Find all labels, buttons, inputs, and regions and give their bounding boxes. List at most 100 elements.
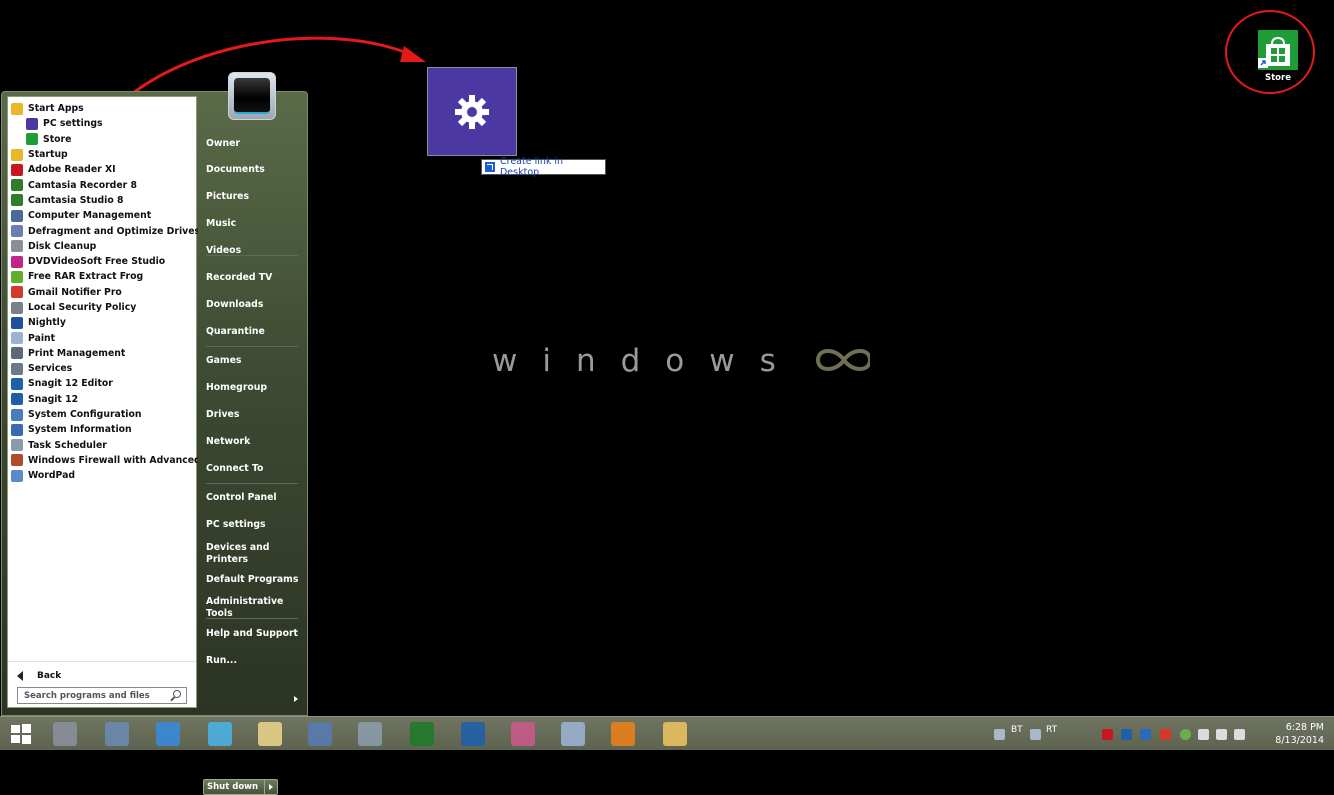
program-item[interactable]: Camtasia Recorder 8 bbox=[8, 177, 198, 192]
camtasia-recorder-icon bbox=[11, 179, 23, 192]
file-explorer-taskbar-button[interactable] bbox=[660, 720, 690, 748]
gmail-notifier-icon[interactable] bbox=[1160, 729, 1171, 740]
places-item[interactable]: Documents bbox=[206, 164, 265, 176]
places-item[interactable]: Homegroup bbox=[206, 382, 267, 394]
program-item[interactable]: Local Security Policy bbox=[8, 300, 198, 315]
drag-tooltip-text: Create link in Desktop bbox=[499, 156, 564, 178]
sync-icon[interactable] bbox=[1180, 729, 1191, 740]
program-item[interactable]: Store bbox=[8, 132, 198, 147]
program-item[interactable]: Gmail Notifier Pro bbox=[8, 285, 198, 300]
program-item[interactable]: Services bbox=[8, 361, 198, 376]
back-button[interactable]: Back bbox=[8, 661, 196, 683]
program-item[interactable]: Paint bbox=[8, 330, 198, 345]
network-icon[interactable] bbox=[1216, 729, 1227, 740]
places-item[interactable]: Music bbox=[206, 218, 236, 230]
outlook-icon[interactable] bbox=[1140, 729, 1151, 740]
keyboard-icon[interactable] bbox=[1030, 729, 1041, 740]
search-input[interactable]: Search programs and files bbox=[17, 687, 187, 704]
places-item[interactable]: Administrative Tools bbox=[206, 596, 283, 619]
action-center-flag-icon[interactable] bbox=[1234, 729, 1245, 740]
program-item[interactable]: Start Apps bbox=[8, 101, 198, 116]
program-label: Print Management bbox=[28, 347, 126, 359]
program-item[interactable]: Computer Management bbox=[8, 208, 198, 223]
program-label: Snagit 12 bbox=[28, 393, 79, 405]
snagit-taskbar-button[interactable] bbox=[458, 720, 488, 748]
shutdown-button[interactable]: Shut down bbox=[203, 779, 279, 795]
program-item[interactable]: Snagit 12 bbox=[8, 392, 198, 407]
camtasia-studio-icon bbox=[11, 194, 23, 207]
places-item[interactable]: Downloads bbox=[206, 299, 263, 311]
places-item[interactable]: Owner bbox=[206, 138, 240, 150]
program-label: Services bbox=[28, 363, 73, 375]
opera-icon[interactable] bbox=[1102, 729, 1113, 740]
dvdvideosoft-icon bbox=[11, 255, 23, 268]
notepad-taskbar-button[interactable] bbox=[255, 720, 285, 748]
program-label: Adobe Reader XI bbox=[28, 164, 116, 176]
gear-icon bbox=[26, 117, 38, 130]
program-item[interactable]: Print Management bbox=[8, 346, 198, 361]
user-avatar[interactable] bbox=[228, 72, 276, 120]
shutdown-options-icon[interactable] bbox=[265, 780, 277, 794]
places-divider bbox=[206, 255, 298, 256]
control-panel-icon bbox=[156, 722, 180, 746]
program-item[interactable]: System Configuration bbox=[8, 407, 198, 422]
store-icon bbox=[26, 133, 38, 146]
places-item[interactable]: Devices and Printers bbox=[206, 542, 269, 565]
clock[interactable]: 6:28 PM 8/13/2014 bbox=[1275, 721, 1324, 747]
program-item[interactable]: Adobe Reader XI bbox=[8, 162, 198, 177]
places-item[interactable]: Network bbox=[206, 436, 250, 448]
places-item[interactable]: Recorded TV bbox=[206, 272, 272, 284]
places-item[interactable]: Control Panel bbox=[206, 492, 277, 504]
keyboard-icon[interactable] bbox=[994, 729, 1005, 740]
program-item[interactable]: Defragment and Optimize Drives bbox=[8, 223, 198, 238]
program-item[interactable]: Nightly bbox=[8, 315, 198, 330]
program-label: Local Security Policy bbox=[28, 302, 137, 313]
places-item[interactable]: Help and Support bbox=[206, 628, 298, 640]
places-item[interactable]: Pictures bbox=[206, 191, 249, 203]
program-item[interactable]: PC settings bbox=[8, 116, 198, 131]
program-item[interactable]: Windows Firewall with Advanced Security bbox=[8, 453, 198, 468]
program-item[interactable]: Snagit 12 Editor bbox=[8, 376, 198, 391]
places-item[interactable]: Connect To bbox=[206, 463, 263, 475]
volume-icon[interactable] bbox=[1198, 729, 1209, 740]
places-item[interactable]: Drives bbox=[206, 409, 239, 421]
start-button-taskbar-button[interactable] bbox=[6, 720, 36, 748]
system-tray: BT RT 6:28 PM 8/13/2014 bbox=[980, 717, 1334, 751]
program-item[interactable]: System Information bbox=[8, 422, 198, 437]
pencil-taskbar-button[interactable] bbox=[558, 720, 588, 748]
places-item[interactable]: Games bbox=[206, 355, 241, 367]
camtasia-taskbar-button[interactable] bbox=[407, 720, 437, 748]
shortcut-arrow-icon bbox=[485, 162, 495, 172]
server-manager-taskbar-button[interactable] bbox=[50, 720, 80, 748]
apps-taskbar-button[interactable] bbox=[205, 720, 235, 748]
program-label: Gmail Notifier Pro bbox=[28, 286, 122, 298]
file-explorer-icon bbox=[663, 722, 687, 746]
remote-desktop-taskbar-button[interactable] bbox=[102, 720, 132, 748]
program-list: Start Apps PC settings Store Startup Adobe R… bbox=[8, 101, 198, 483]
media-player-taskbar-button[interactable] bbox=[608, 720, 638, 748]
task-scheduler-icon bbox=[11, 439, 23, 452]
control-panel-taskbar-button[interactable] bbox=[153, 720, 183, 748]
places-item[interactable]: Default Programs bbox=[206, 574, 298, 586]
places-item[interactable]: PC settings bbox=[206, 519, 266, 531]
program-item[interactable]: Free RAR Extract Frog bbox=[8, 269, 198, 284]
nightly-icon bbox=[11, 316, 23, 329]
monitor-taskbar-button[interactable] bbox=[305, 720, 335, 748]
tray-label-bt[interactable]: BT bbox=[1011, 725, 1023, 735]
program-item[interactable]: Camtasia Studio 8 bbox=[8, 193, 198, 208]
pc-settings-dragged-tile[interactable] bbox=[427, 67, 517, 156]
program-item[interactable]: Task Scheduler bbox=[8, 438, 198, 453]
program-item[interactable]: WordPad bbox=[8, 468, 198, 483]
calculator-taskbar-button[interactable] bbox=[355, 720, 385, 748]
tray-label-rt[interactable]: RT bbox=[1046, 725, 1057, 735]
server-manager-icon bbox=[53, 722, 77, 746]
places-item[interactable]: Quarantine bbox=[206, 326, 265, 338]
drag-tooltip: Create link in Desktop bbox=[481, 156, 606, 178]
remote-desktop-icon bbox=[105, 722, 129, 746]
program-item[interactable]: Startup bbox=[8, 147, 198, 162]
program-item[interactable]: DVDVideoSoft Free Studio bbox=[8, 254, 198, 269]
places-item[interactable]: Run... bbox=[206, 655, 237, 667]
program-item[interactable]: Disk Cleanup bbox=[8, 239, 198, 254]
snipping-tool-taskbar-button[interactable] bbox=[508, 720, 538, 748]
snagit-tray-icon[interactable] bbox=[1121, 729, 1132, 740]
